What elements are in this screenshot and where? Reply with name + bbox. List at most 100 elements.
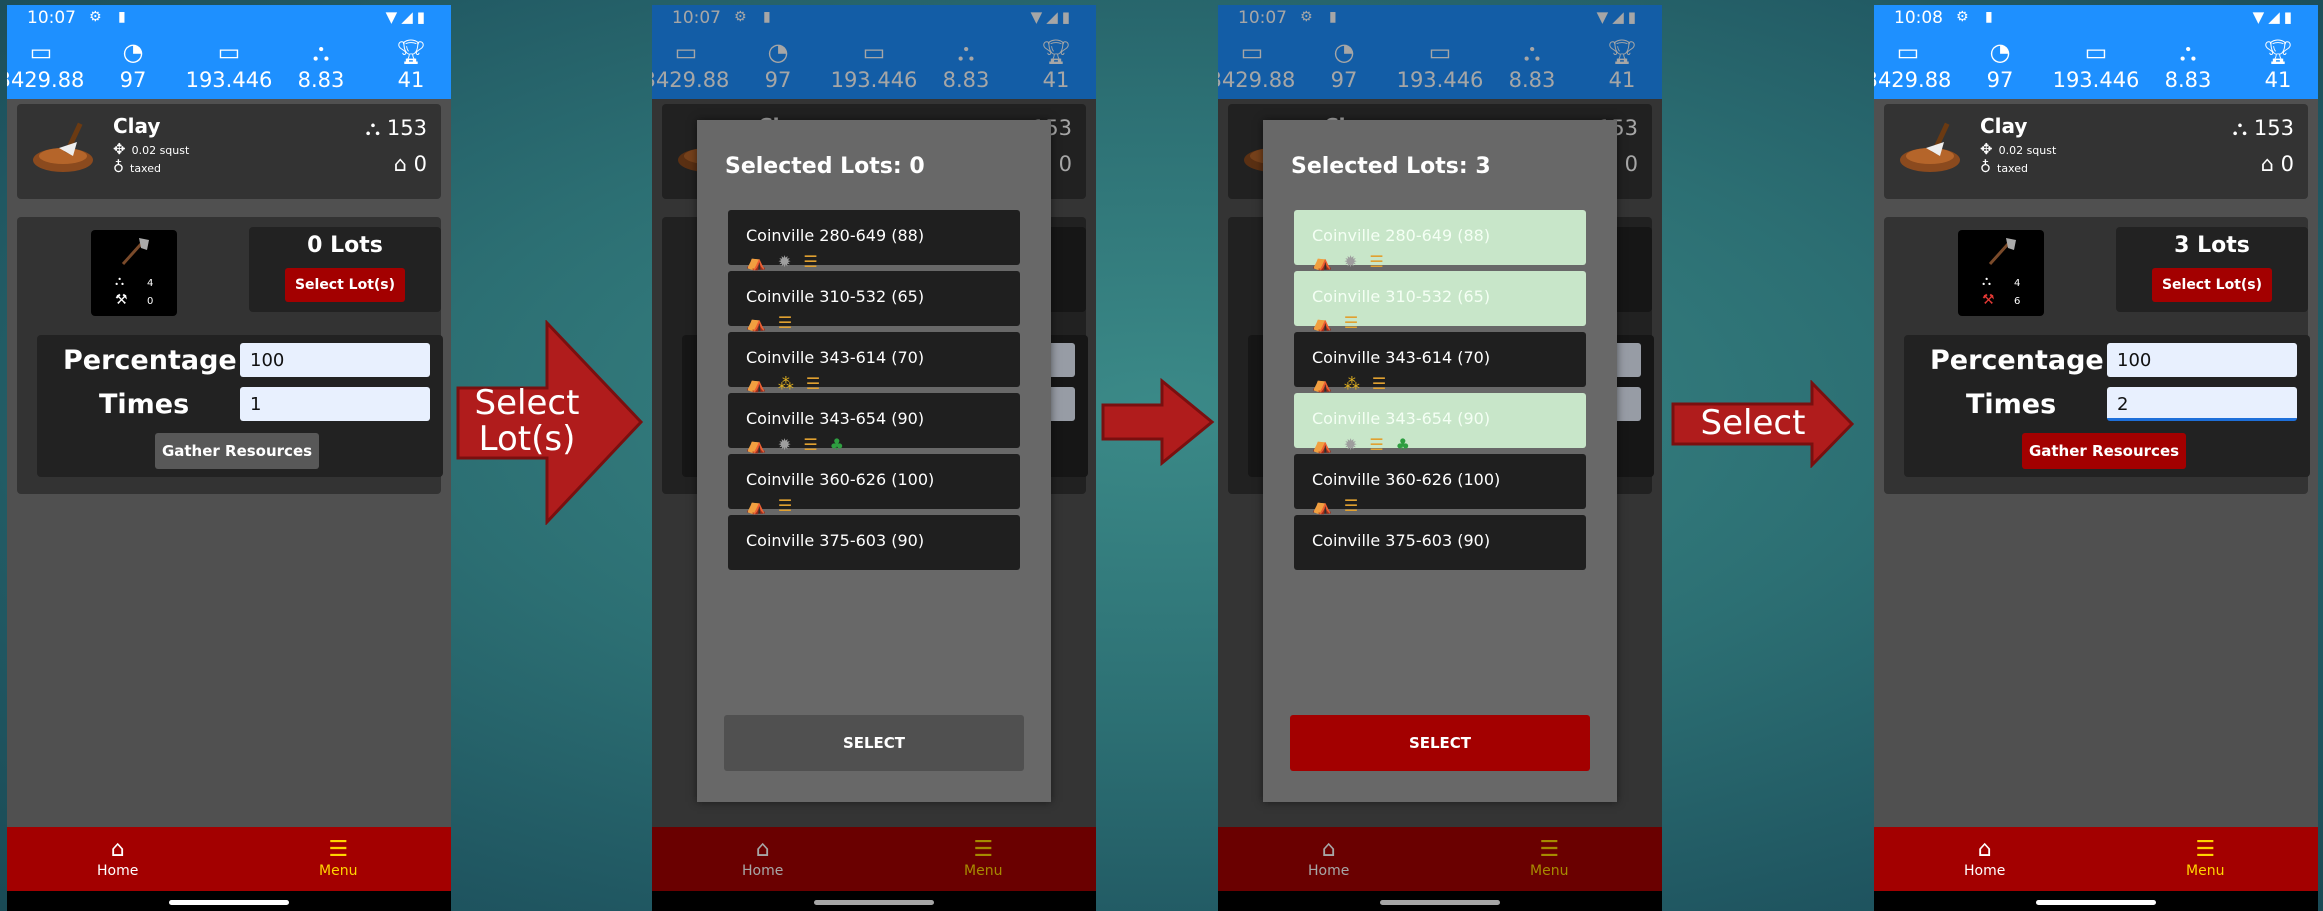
stat-resources: ⛬ 8.83: [2144, 31, 2232, 93]
gather-card: ⛬ 4 ⚒ 0 0 Lots Select Lot(s) Percentage …: [17, 217, 443, 494]
gesture-bar: [7, 891, 451, 911]
stats-bar: ▭ 3429.88 ◔ 97 ▭ 193.446 ⛬ 8.83 🏆︎ 41: [7, 31, 451, 99]
coins-icon: ☰: [805, 374, 821, 393]
money-bag-icon: ♁: [113, 158, 124, 176]
lot-name: Coinville 375-603 (90): [1312, 531, 1491, 550]
times-input[interactable]: 2: [2107, 387, 2297, 421]
resource-name: Clay: [113, 114, 161, 138]
nav-menu[interactable]: ☰ Menu: [2186, 837, 2224, 879]
farm-icon: ⛺: [1312, 496, 1332, 515]
gather-card: ⛬ 4 ⚒ 6 3 Lots Select Lot(s) Percentage …: [1884, 217, 2310, 494]
selected-lots-title: Selected Lots: 3: [1291, 154, 1491, 179]
resource-stock: ⛬ 153: [366, 116, 427, 141]
coins-icon: ☰: [1369, 252, 1384, 271]
hammer-icon: ⚒: [1982, 292, 1995, 308]
lot-name: Coinville 360-626 (100): [746, 470, 935, 489]
gear-icon: ✹: [777, 435, 792, 454]
gather-resources-button[interactable]: Gather Resources: [155, 433, 319, 469]
resource-name: Clay: [1980, 114, 2028, 138]
percentage-input[interactable]: 100: [2107, 343, 2297, 377]
ore-icon: ⁂: [777, 374, 794, 393]
times-input[interactable]: 1: [240, 387, 430, 421]
storage-icon: ⌂: [393, 152, 407, 176]
screen-2: 10:07 ⚙ ▮ ▼◢▮ ▭ 3429.88 ◔ 97 ▭ 193.446 ⛬…: [652, 5, 1096, 911]
lot-resource-icons: ⛺ ✹ ☰: [746, 252, 830, 271]
lot-item[interactable]: Coinville 310-532 (65) ⛺ ☰: [728, 271, 1020, 332]
home-indicator[interactable]: [2036, 900, 2156, 905]
stat-value: 193.446: [185, 68, 273, 92]
lot-item[interactable]: Coinville 343-654 (90) ⛺ ✹ ☰ ♣: [1294, 393, 1586, 454]
gather-resources-button[interactable]: Gather Resources: [2022, 433, 2186, 469]
clock: 10:07: [27, 8, 76, 28]
select-button[interactable]: SELECT: [724, 715, 1024, 771]
lot-resource-icons: ⛺ ☰: [1312, 313, 1370, 332]
lot-item[interactable]: Coinville 375-603 (90): [728, 515, 1020, 570]
lot-list: Coinville 280-649 (88) ⛺ ✹ ☰ Coinville 310-5…: [728, 210, 1022, 710]
clay-resource-icon: [33, 122, 93, 172]
tool-count-b: 0: [147, 296, 154, 307]
resource-tax: ♁ taxed: [1980, 158, 2028, 176]
lot-resource-icons: ⛺ ✹ ☰: [1312, 252, 1396, 271]
lot-item[interactable]: Coinville 375-603 (90): [1294, 515, 1586, 570]
resource-size-text: 0.02 squst: [131, 144, 190, 157]
stat-speed: ◔ 97: [1956, 31, 2044, 93]
nav-menu-label: Menu: [319, 863, 358, 879]
select-lots-button[interactable]: Select Lot(s): [2152, 268, 2272, 302]
stat-value: 193.446: [2052, 68, 2140, 92]
lot-name: Coinville 343-654 (90): [1312, 409, 1491, 428]
bottom-nav: ⌂ Home ☰ Menu: [7, 827, 451, 891]
resource-card: Clay ✥ 0.02 squst ♁ taxed ⛬ 153 ⌂ 0: [17, 104, 441, 199]
lot-item[interactable]: Coinville 280-649 (88) ⛺ ✹ ☰: [728, 210, 1020, 271]
resource-size-text: 0.02 squst: [1998, 144, 2057, 157]
lot-item[interactable]: Coinville 280-649 (88) ⛺ ✹ ☰: [1294, 210, 1586, 271]
resource-stock: ⛬ 153: [2233, 116, 2294, 141]
trophy-icon: 🏆︎: [2262, 38, 2294, 66]
home-indicator[interactable]: [169, 900, 289, 905]
lots-box: 3 Lots Select Lot(s): [2116, 227, 2308, 312]
nav-menu[interactable]: ☰ Menu: [319, 837, 357, 879]
nav-home[interactable]: ⌂ Home: [1964, 837, 2005, 879]
lot-name: Coinville 343-614 (70): [746, 348, 925, 367]
stats-bar: ▭ 3429.88 ◔ 97 ▭ 193.446 ⛬ 8.83 🏆︎ 41: [1874, 31, 2318, 99]
lot-item[interactable]: Coinville 343-614 (70) ⛺ ⁂ ☰: [1294, 332, 1586, 393]
coins-icon: ☰: [1369, 435, 1384, 454]
coins-icon: ☰: [1343, 313, 1359, 332]
lot-item[interactable]: Coinville 360-626 (100) ⛺ ☰: [728, 454, 1020, 515]
stock-value: 153: [386, 116, 427, 140]
clock: 10:08: [1894, 8, 1943, 28]
money-bag-icon: ♁: [1980, 158, 1991, 176]
tool-resource-icon: ⛬: [1982, 274, 1992, 289]
lot-name: Coinville 360-626 (100): [1312, 470, 1501, 489]
percentage-input[interactable]: 100: [240, 343, 430, 377]
select-lots-dialog: Selected Lots: 3 Coinville 280-649 (88) ⛺…: [1263, 120, 1617, 802]
gather-form: Percentage 100 Times 1 Gather Resources: [37, 335, 443, 477]
tool-count-a: 4: [2014, 278, 2021, 289]
tool-count-b: 6: [2014, 296, 2021, 307]
resource-size: ✥ 0.02 squst: [113, 140, 189, 158]
arrow-2: [1101, 378, 1215, 466]
select-lots-button[interactable]: Select Lot(s): [285, 268, 405, 302]
nav-home[interactable]: ⌂ Home: [97, 837, 138, 879]
stat-money: ▭ 3429.88: [7, 31, 85, 93]
resource-stored: ⌂ 0: [394, 152, 427, 176]
menu-icon: ☰: [2195, 837, 2216, 862]
lot-item[interactable]: Coinville 343-614 (70) ⛺ ⁂ ☰: [728, 332, 1020, 393]
lot-item[interactable]: Coinville 343-654 (90) ⛺ ✹ ☰ ♣: [728, 393, 1020, 454]
lot-item[interactable]: Coinville 310-532 (65) ⛺ ☰: [1294, 271, 1586, 332]
nav-home-label: Home: [97, 863, 139, 879]
coins-icon: ☰: [777, 313, 793, 332]
farm-icon: ⛺: [1312, 435, 1332, 454]
lots-count: 3 Lots: [2174, 233, 2250, 258]
stat-trophy: 🏆︎ 41: [367, 31, 451, 93]
lot-resource-icons: ⛺ ⁂ ☰: [746, 374, 832, 393]
stat-value: 97: [119, 68, 147, 92]
times-label: Times: [1966, 389, 2057, 420]
storage-icon: ⌂: [2260, 152, 2274, 176]
times-label: Times: [99, 389, 190, 420]
bottom-nav: ⌂ Home ☰ Menu: [1874, 827, 2318, 891]
status-bar: 10:07 ⚙ ▮ ▼◢▮: [7, 5, 451, 31]
tool-resource-icon: ⛬: [115, 274, 125, 289]
select-button[interactable]: SELECT: [1290, 715, 1590, 771]
gear-icon: ✹: [1343, 435, 1358, 454]
lot-item[interactable]: Coinville 360-626 (100) ⛺ ☰: [1294, 454, 1586, 515]
